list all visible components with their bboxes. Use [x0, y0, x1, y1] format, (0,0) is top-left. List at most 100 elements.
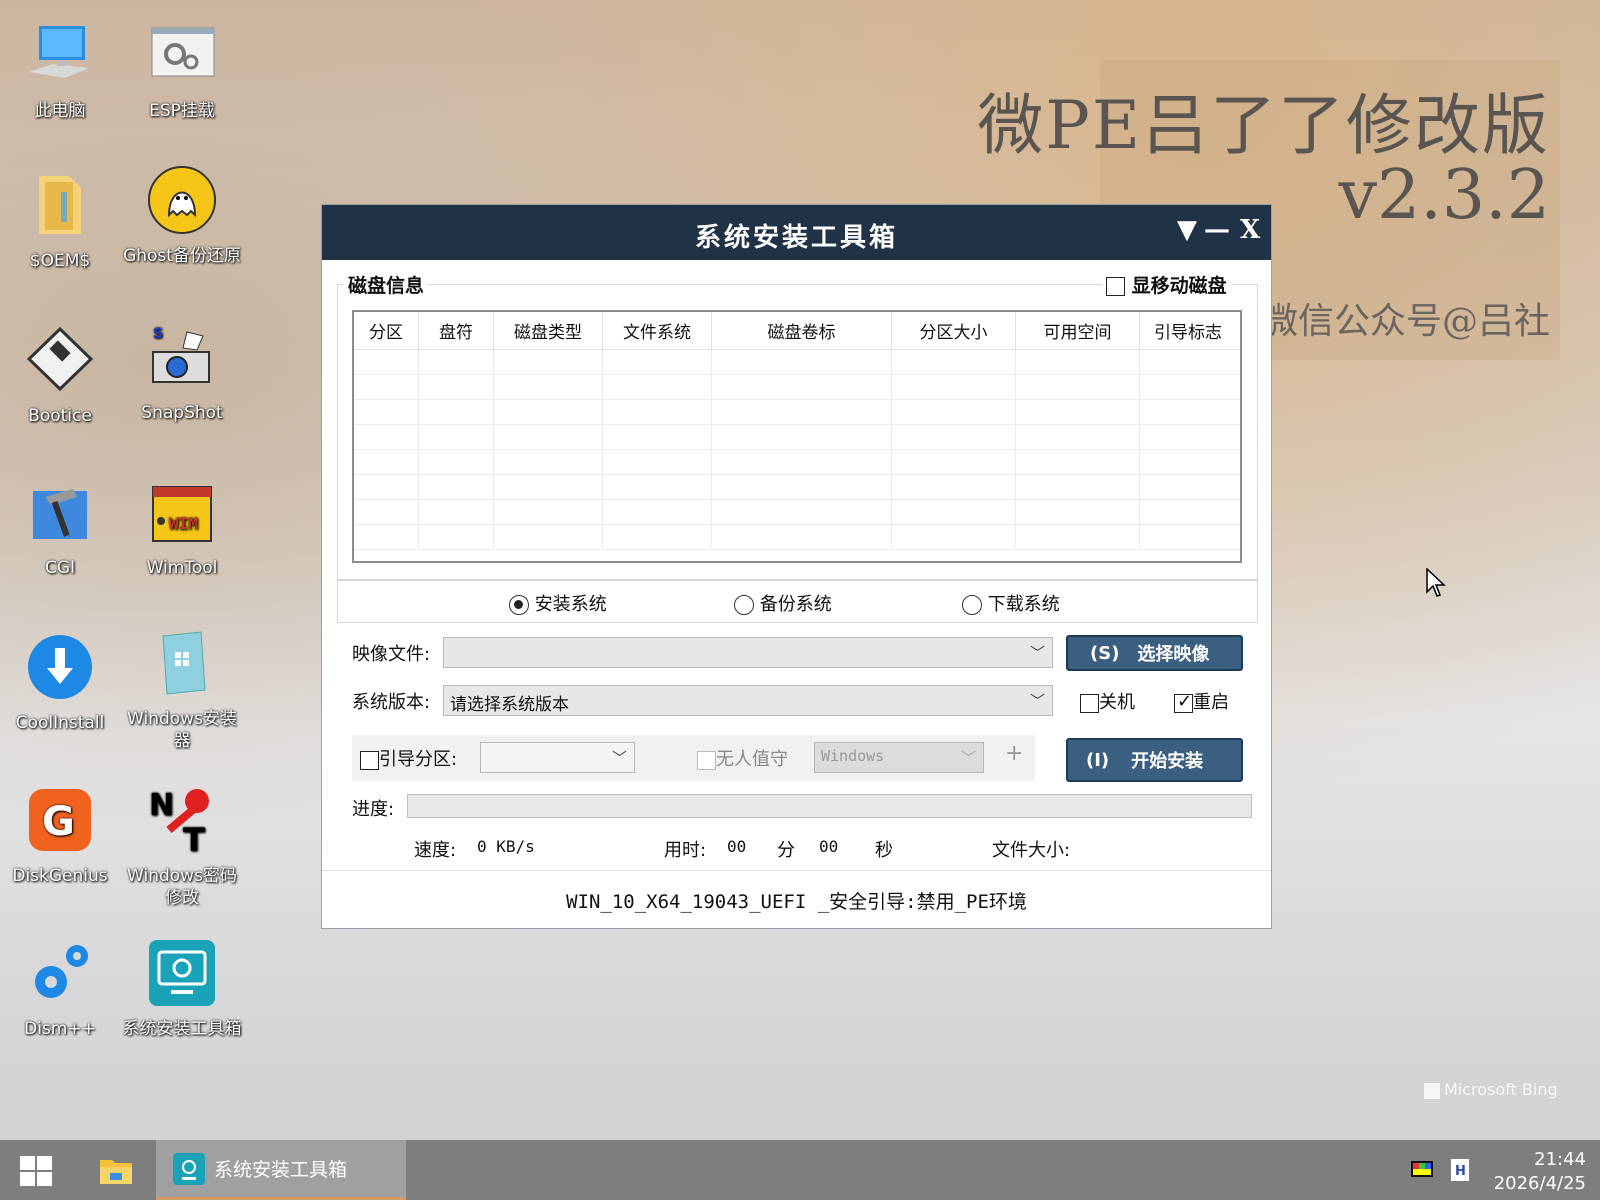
status-line: WIN_10_X64_19043_UEFI _安全引导:禁用_PE环境: [322, 870, 1271, 928]
display-tray-icon[interactable]: [1410, 1158, 1434, 1182]
dialog-titlebar[interactable]: 系统安装工具箱 ▼ — X: [322, 205, 1271, 260]
mode-install[interactable]: 安装系统: [509, 590, 607, 616]
computer-icon: [29, 26, 89, 78]
column-partition-size[interactable]: 分区大小: [892, 312, 1016, 349]
gears-window-icon: [151, 27, 215, 77]
column-file-system[interactable]: 文件系统: [603, 312, 712, 349]
column-drive-letter[interactable]: 盘符: [419, 312, 494, 349]
minimize-button[interactable]: —: [1204, 215, 1230, 245]
table-row: [354, 475, 1240, 500]
reboot-option[interactable]: 重启: [1174, 688, 1229, 714]
chevron-down-icon: ﹀: [1029, 644, 1045, 662]
disk-table-body: [354, 350, 1240, 550]
bing-logo: Microsoft Bing: [1424, 1080, 1558, 1099]
speed-value: 0 KB/s: [477, 837, 535, 856]
reboot-checkbox[interactable]: [1174, 691, 1193, 713]
watermark-title: 微PE吕了了修改版: [977, 87, 1550, 164]
progress-label: 进度:: [352, 799, 395, 820]
desktop-icon-installer-toolbox[interactable]: 系统安装工具箱: [122, 938, 242, 1040]
image-file-combo[interactable]: ﹀: [443, 637, 1053, 668]
close-button[interactable]: X: [1240, 215, 1260, 245]
mode-download[interactable]: 下载系统: [962, 590, 1060, 616]
watermark-subtitle: 微信公众号@吕社: [1261, 301, 1550, 342]
seconds-value: 00: [819, 837, 839, 856]
desktop-icon-dism[interactable]: Dism++: [0, 938, 120, 1040]
backup-radio[interactable]: [734, 595, 754, 615]
table-row: [354, 525, 1240, 550]
installer-toolbox-icon: [173, 1152, 205, 1185]
floppy-icon: [26, 326, 94, 392]
desktop-icon-diskgenius[interactable]: G DiskGenius: [0, 785, 120, 887]
desktop-icon-coolinstall[interactable]: CoolInstall: [0, 632, 120, 734]
system-version-combo[interactable]: 请选择系统版本 ﹀: [443, 685, 1053, 716]
taskbar-app-installer[interactable]: 系统安装工具箱: [156, 1140, 406, 1200]
install-radio[interactable]: [509, 595, 529, 615]
boot-partition-option[interactable]: 引导分区:: [360, 745, 457, 771]
shutdown-checkbox[interactable]: [1080, 693, 1099, 713]
file-size-label: 文件大小:: [992, 840, 1071, 861]
column-boot-flag[interactable]: 引导标志: [1140, 312, 1236, 349]
boot-partition-checkbox[interactable]: [360, 750, 379, 770]
watermark-version: v2.3.2: [1338, 156, 1550, 235]
chevron-down-icon: ﹀: [611, 749, 627, 767]
unattended-template-combo[interactable]: Windows ﹀: [814, 742, 984, 773]
chevron-down-icon: ﹀: [960, 749, 976, 767]
taskbar-clock[interactable]: 21:44 2026/4/25: [1494, 1148, 1586, 1196]
disk-info-label: 磁盘信息: [344, 271, 429, 298]
diskgenius-icon: G: [29, 789, 91, 851]
hotkey-tray-icon[interactable]: H: [1448, 1158, 1472, 1182]
bing-squares-icon: [1424, 1082, 1440, 1099]
time-label: 用时:: [664, 840, 707, 861]
disk-table-header: 分区 盘符 磁盘类型 文件系统 磁盘卷标 分区大小 可用空间 引导标志: [354, 312, 1240, 350]
folder-icon: [39, 176, 81, 234]
desktop-icon-oem[interactable]: $OEM$: [0, 170, 120, 272]
svg-text:N: N: [149, 788, 174, 823]
table-row: [354, 400, 1240, 425]
desktop-icon-bootice[interactable]: Bootice: [0, 325, 120, 427]
table-row: [354, 450, 1240, 475]
boot-partition-combo[interactable]: ﹀: [480, 742, 635, 773]
column-partition[interactable]: 分区: [354, 312, 419, 349]
desktop-icon-esp-mount[interactable]: ESP挂载: [122, 20, 242, 122]
add-button[interactable]: +: [1005, 741, 1023, 766]
disk-table[interactable]: 分区 盘符 磁盘类型 文件系统 磁盘卷标 分区大小 可用空间 引导标志: [352, 310, 1242, 563]
password-key-icon: NT: [149, 788, 209, 859]
shutdown-option[interactable]: 关机: [1080, 688, 1135, 714]
dialog-title: 系统安装工具箱: [694, 223, 898, 253]
file-explorer-icon[interactable]: [98, 1154, 134, 1186]
desktop-icon-cgi[interactable]: CGI: [0, 477, 120, 579]
svg-text:T: T: [183, 821, 205, 855]
column-disk-type[interactable]: 磁盘类型: [494, 312, 603, 349]
clock-time: 21:44: [1534, 1149, 1586, 1170]
start-install-button[interactable]: (I) 开始安装: [1066, 738, 1243, 782]
wim-box-icon: WIM: [152, 486, 212, 542]
column-volume-label[interactable]: 磁盘卷标: [712, 312, 892, 349]
table-row: [354, 500, 1240, 525]
show-removable-option[interactable]: 显移动磁盘: [1102, 271, 1231, 298]
installer-toolbox-icon: [149, 940, 215, 1006]
desktop-icon-windows-installer[interactable]: Windows安装器: [122, 628, 242, 752]
svg-text:WIM: WIM: [169, 514, 198, 533]
desktop-icon-wimtool[interactable]: WIM WimTool: [122, 477, 242, 579]
download-arrow-icon: [28, 635, 92, 699]
menu-dropdown-button[interactable]: ▼: [1177, 215, 1197, 245]
desktop-icon-password-reset[interactable]: NT Windows密码修改: [122, 785, 242, 909]
download-radio[interactable]: [962, 595, 982, 615]
table-row: [354, 375, 1240, 400]
start-button[interactable]: [20, 1156, 54, 1186]
desktop-icon-ghost[interactable]: Ghost备份还原: [122, 165, 242, 267]
gear-pair-icon: [35, 945, 88, 998]
column-free-space[interactable]: 可用空间: [1016, 312, 1140, 349]
camera-icon: S: [152, 326, 210, 383]
select-image-button[interactable]: (S) 选择映像: [1066, 635, 1243, 671]
desktop-icon-this-pc[interactable]: 此电脑: [0, 20, 120, 122]
table-row: [354, 350, 1240, 375]
show-removable-checkbox[interactable]: [1106, 277, 1125, 296]
svg-text:H: H: [1455, 1164, 1466, 1179]
unattended-option[interactable]: 无人值守: [697, 745, 788, 771]
hammer-icon: [33, 489, 87, 539]
system-version-label: 系统版本:: [352, 692, 431, 713]
unattended-checkbox[interactable]: [697, 750, 716, 770]
desktop-icon-snapshot[interactable]: S SnapShot: [122, 322, 242, 424]
mode-backup[interactable]: 备份系统: [734, 590, 832, 616]
